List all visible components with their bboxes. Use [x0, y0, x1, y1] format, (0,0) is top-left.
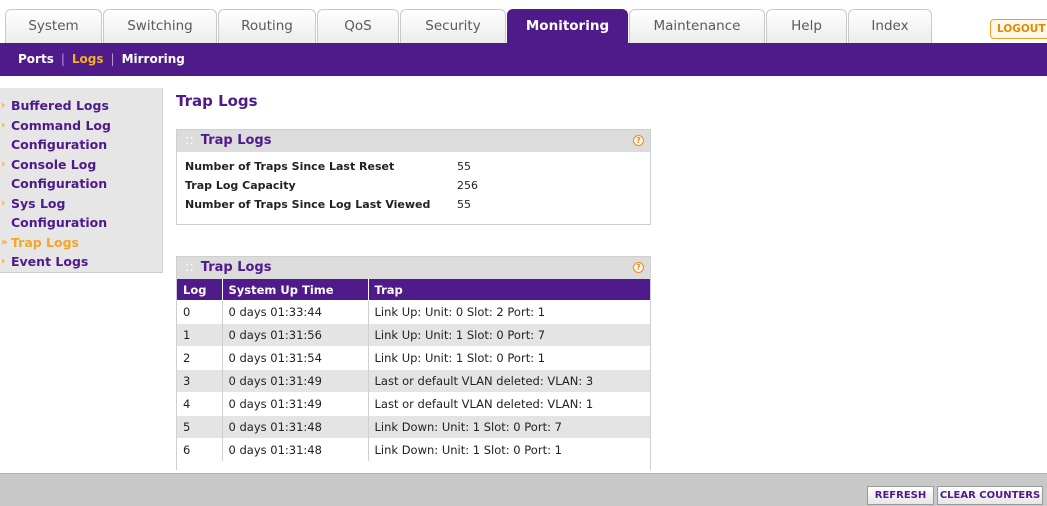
table-header-row: Log System Up Time Trap [177, 279, 650, 301]
time-cell: 0 days 01:31:48 [222, 438, 369, 461]
sidebar-item-label: Command Log [11, 117, 111, 133]
subnav-mirroring[interactable]: Mirroring [122, 52, 185, 66]
sidebar-item-command-log[interactable]: › Command Log [0, 116, 162, 136]
trap-cell: Link Up: Unit: 1 Slot: 0 Port: 7 [368, 323, 650, 347]
sidebar-item-label: Buffered Logs [11, 98, 109, 113]
sidebar-item-label: Configuration [11, 215, 108, 230]
trap-cell: Link Up: Unit: 1 Slot: 0 Port: 1 [368, 346, 650, 370]
table-row: 2 0 days 01:31:54 Link Up: Unit: 1 Slot:… [177, 346, 650, 370]
tab-maintenance[interactable]: Maintenance [629, 9, 765, 43]
sidebar-item-sys-log-configuration[interactable]: Configuration [0, 213, 162, 233]
log-cell: 3 [177, 369, 223, 393]
tab-qos[interactable]: QoS [317, 9, 399, 43]
column-header-system-up-time: System Up Time [222, 279, 369, 301]
tab-security[interactable]: Security [400, 9, 506, 43]
time-cell: 0 days 01:31:49 [222, 369, 369, 393]
page-title: Trap Logs [176, 92, 258, 110]
sidebar-item-command-log-configuration[interactable]: Configuration [0, 135, 162, 155]
subnav-ports[interactable]: Ports [18, 52, 54, 66]
chevron-down-icon: » [1, 236, 8, 248]
summary-label: Number of Traps Since Last Reset [185, 160, 395, 173]
sidebar-item-label: Configuration [11, 176, 108, 191]
log-cell: 4 [177, 392, 223, 416]
time-cell: 0 days 01:31:49 [222, 392, 369, 416]
trap-cell: Last or default VLAN deleted: VLAN: 1 [368, 392, 650, 416]
table-row: 5 0 days 01:31:48 Link Down: Unit: 1 Slo… [177, 415, 650, 439]
trap-logs-table: Log System Up Time Trap 0 0 days 01:33:4… [177, 279, 650, 461]
sidebar-item-label: Console Log [11, 156, 97, 172]
subnav-separator: | [110, 52, 115, 66]
time-cell: 0 days 01:33:44 [222, 300, 369, 324]
sidebar-item-label: Trap Logs [11, 234, 79, 250]
chevron-right-icon: › [1, 197, 6, 209]
summary-value: 256 [457, 179, 478, 192]
summary-list: Number of Traps Since Last Reset 55 Trap… [177, 152, 650, 214]
tab-monitoring[interactable]: Monitoring [507, 9, 628, 43]
panel-header: :: Trap Logs ? [177, 130, 650, 152]
sub-navigation: Ports | Logs | Mirroring [0, 43, 1047, 76]
trap-logs-panel: :: Trap Logs ? Log System Up Time Trap 0 … [176, 256, 651, 470]
grip-icon: :: [185, 133, 194, 148]
trap-cell: Link Down: Unit: 1 Slot: 0 Port: 1 [368, 438, 650, 461]
refresh-button[interactable]: REFRESH [867, 486, 934, 505]
time-cell: 0 days 01:31:48 [222, 415, 369, 439]
panel-title: Trap Logs [200, 133, 272, 148]
chevron-right-icon: › [1, 119, 6, 131]
sidebar-item-trap-logs[interactable]: » Trap Logs [0, 233, 162, 253]
chevron-right-icon: › [1, 100, 6, 111]
chevron-right-icon: › [1, 256, 6, 267]
help-icon[interactable]: ? [633, 262, 644, 273]
tab-routing[interactable]: Routing [218, 9, 316, 43]
clear-counters-button[interactable]: CLEAR COUNTERS [937, 486, 1043, 505]
log-cell: 2 [177, 346, 223, 370]
log-cell: 0 [177, 300, 223, 324]
column-header-log: Log [177, 279, 223, 301]
sidebar-item-label: Event Logs [11, 254, 89, 269]
summary-row: Trap Log Capacity 256 [177, 176, 650, 195]
subnav-logs[interactable]: Logs [72, 52, 104, 66]
tab-switching[interactable]: Switching [103, 9, 217, 43]
subnav-separator: | [60, 52, 65, 66]
panel-header: :: Trap Logs ? [177, 257, 650, 279]
panel-title: Trap Logs [200, 260, 272, 275]
time-cell: 0 days 01:31:56 [222, 323, 369, 347]
logout-button[interactable]: LOGOUT [990, 19, 1047, 39]
help-icon[interactable]: ? [633, 135, 644, 146]
tab-system[interactable]: System [5, 9, 102, 43]
trap-summary-panel: :: Trap Logs ? Number of Traps Since Last… [176, 129, 651, 225]
summary-value: 55 [457, 160, 471, 173]
log-cell: 6 [177, 438, 223, 461]
log-cell: 5 [177, 415, 223, 439]
summary-row: Number of Traps Since Log Last Viewed 55 [177, 195, 650, 214]
summary-value: 55 [457, 198, 471, 211]
trap-cell: Link Down: Unit: 1 Slot: 0 Port: 7 [368, 415, 650, 439]
table-row: 0 0 days 01:33:44 Link Up: Unit: 0 Slot:… [177, 300, 650, 324]
sidebar-item-event-logs[interactable]: › Event Logs [0, 252, 162, 272]
trap-cell: Last or default VLAN deleted: VLAN: 3 [368, 369, 650, 393]
sidebar-item-console-log-configuration[interactable]: Configuration [0, 174, 162, 194]
column-header-trap: Trap [368, 279, 650, 301]
sidebar-item-console-log[interactable]: › Console Log [0, 155, 162, 175]
top-tab-bar: System Switching Routing QoS Security Mo… [0, 0, 1047, 44]
table-row: 6 0 days 01:31:48 Link Down: Unit: 1 Slo… [177, 438, 650, 461]
summary-label: Trap Log Capacity [185, 179, 296, 192]
tab-index[interactable]: Index [848, 9, 932, 43]
grip-icon: :: [185, 260, 194, 275]
summary-label: Number of Traps Since Log Last Viewed [185, 198, 431, 211]
trap-cell: Link Up: Unit: 0 Slot: 2 Port: 1 [368, 300, 650, 324]
chevron-right-icon: › [1, 158, 6, 170]
table-row: 4 0 days 01:31:49 Last or default VLAN d… [177, 392, 650, 416]
log-cell: 1 [177, 323, 223, 347]
sidebar-item-label: Configuration [11, 137, 108, 152]
tab-help[interactable]: Help [766, 9, 847, 43]
table-row: 1 0 days 01:31:56 Link Up: Unit: 1 Slot:… [177, 323, 650, 347]
sidebar-item-label: Sys Log [11, 195, 66, 211]
summary-row: Number of Traps Since Last Reset 55 [177, 157, 650, 176]
sidebar: › Buffered Logs › Command Log Configuratio… [0, 88, 163, 273]
bottom-action-bar: REFRESH CLEAR COUNTERS [0, 473, 1047, 506]
table-row: 3 0 days 01:31:49 Last or default VLAN d… [177, 369, 650, 393]
sidebar-item-sys-log[interactable]: › Sys Log [0, 194, 162, 214]
time-cell: 0 days 01:31:54 [222, 346, 369, 370]
sidebar-item-buffered-logs[interactable]: › Buffered Logs [0, 96, 162, 116]
